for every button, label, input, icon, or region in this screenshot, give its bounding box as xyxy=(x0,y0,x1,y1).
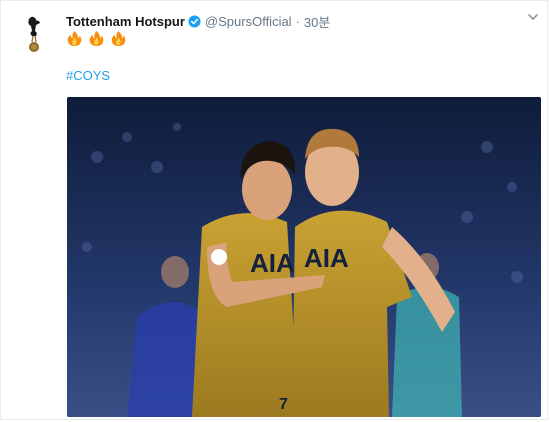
tweet-timestamp[interactable]: 30분 xyxy=(304,12,330,31)
separator-dot: · xyxy=(295,13,300,29)
user-handle[interactable]: @SpursOfficial xyxy=(205,14,292,29)
shirt-number-left: 7 xyxy=(279,396,288,413)
fire-emoji-icon xyxy=(111,30,126,47)
shirt-text-right: AIA xyxy=(304,243,349,273)
players-celebrating-image: AIA AIA 7 xyxy=(67,97,541,417)
tweet-header: Tottenham Hotspur @SpursOfficial · 30분 xyxy=(66,12,330,30)
league-badge-icon xyxy=(211,249,227,265)
fire-emoji-icon xyxy=(67,30,82,47)
display-name[interactable]: Tottenham Hotspur xyxy=(66,14,185,29)
tweet-card[interactable]: Tottenham Hotspur @SpursOfficial · 30분 #… xyxy=(0,0,548,420)
hashtag-link[interactable]: #COYS xyxy=(66,68,110,83)
avatar[interactable] xyxy=(23,15,45,55)
shirt-text-left: AIA xyxy=(250,248,295,278)
fire-emoji-icon xyxy=(89,30,104,47)
verified-badge-icon xyxy=(188,14,201,28)
chevron-down-icon[interactable] xyxy=(527,11,539,23)
tweet-text xyxy=(66,30,127,48)
cockerel-logo-icon xyxy=(28,16,40,52)
tweet-photo[interactable]: AIA AIA 7 xyxy=(67,97,541,417)
